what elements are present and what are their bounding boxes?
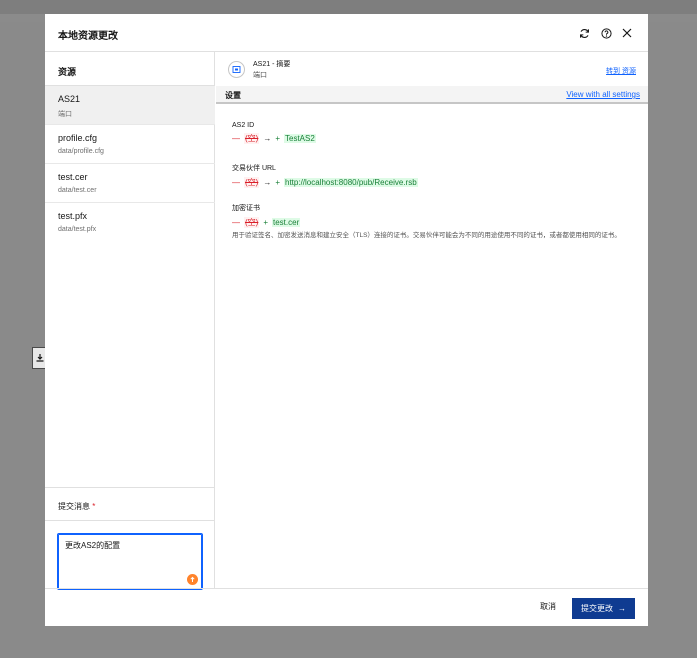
resource-item-path: data/test.pfx: [58, 226, 97, 233]
commit-message-field[interactable]: 更改AS2的配置: [57, 533, 203, 590]
resource-panel: 资源 AS21 端口 profile.cfg data/profile.cfg …: [45, 52, 215, 590]
dialog-title: 本地资源更改: [58, 31, 118, 42]
new-value: TestAS2: [284, 134, 316, 143]
warning-icon: [187, 574, 198, 585]
summary-title: AS21 - 摘要: [253, 61, 291, 68]
commit-message-label-text: 提交消息: [58, 502, 90, 511]
arrow-right-icon: →: [263, 134, 272, 143]
resource-item-path: 端口: [58, 111, 72, 118]
new-value: test.cer: [272, 218, 301, 227]
resource-item-name: AS21: [58, 94, 81, 104]
resource-panel-header: 资源: [45, 52, 215, 86]
dialog-footer: 取消 提交更改 →: [45, 588, 648, 626]
old-value: (空): [245, 178, 259, 187]
removed-marker: —: [232, 218, 240, 227]
field-as2-id: AS2 ID — (空) → + TestAS2: [232, 122, 316, 144]
local-changes-dialog: 本地资源更改 资源 AS21 端口 profile.cfg data/profi…: [45, 14, 648, 626]
submit-changes-label: 提交更改: [581, 604, 613, 613]
resource-item-path: data/test.cer: [58, 187, 97, 194]
arrow-right-icon: →: [618, 604, 626, 613]
arrow-right-icon: →: [263, 178, 272, 187]
goto-resource-link[interactable]: 转到 资源: [606, 66, 636, 76]
help-icon[interactable]: [599, 26, 613, 40]
field-description: 用于验证签名、加密发送消息和建立安全（TLS）连接的证书。交易伙伴可能会为不同的…: [232, 232, 621, 239]
required-marker: *: [92, 502, 96, 511]
cancel-button[interactable]: 取消: [540, 601, 556, 612]
resource-item-test-pfx[interactable]: test.pfx data/test.pfx: [45, 203, 215, 242]
commit-message-label: 提交消息 *: [58, 501, 95, 512]
view-all-settings-link[interactable]: View with all settings: [566, 90, 640, 99]
field-label: 交易伙伴 URL: [232, 165, 276, 172]
old-value: (空): [245, 218, 259, 227]
close-icon[interactable]: [620, 26, 634, 40]
resource-item-name: test.pfx: [58, 211, 88, 221]
summary-panel: AS21 - 摘要 端口 转到 资源 设置 View with all sett…: [216, 52, 648, 588]
field-diff: — (空) → + TestAS2: [232, 133, 316, 144]
resource-item-profile-cfg[interactable]: profile.cfg data/profile.cfg: [45, 125, 215, 164]
commit-message-input[interactable]: 更改AS2的配置: [58, 534, 202, 589]
summary-header: AS21 - 摘要 端口 转到 资源: [216, 52, 648, 86]
summary-subtitle: 端口: [253, 72, 267, 79]
field-label: 加密证书: [232, 205, 260, 212]
old-value: (空): [245, 134, 259, 143]
resource-panel-title: 资源: [58, 67, 77, 77]
resource-item-name: profile.cfg: [58, 133, 98, 143]
new-value: http://localhost:8080/pub/Receive.rsb: [284, 178, 418, 187]
refresh-icon[interactable]: [577, 26, 591, 40]
port-icon: [228, 61, 245, 78]
removed-marker: —: [232, 134, 240, 143]
resource-item-name: test.cer: [58, 172, 88, 182]
added-marker: +: [275, 134, 280, 143]
settings-title: 设置: [225, 91, 241, 100]
backdrop-top-bar: [0, 0, 697, 14]
field-encryption-cert: 加密证书 — (空) + test.cer 用于验证签名、加密发送消息和建立安全…: [232, 203, 642, 241]
dialog-header: 本地资源更改: [45, 14, 648, 52]
field-diff: — (空) + test.cer: [232, 217, 642, 228]
download-icon: [32, 347, 46, 369]
added-marker: +: [263, 218, 268, 227]
field-partner-url: 交易伙伴 URL — (空) → + http://localhost:8080…: [232, 163, 418, 188]
field-diff: — (空) → + http://localhost:8080/pub/Rece…: [232, 177, 418, 188]
submit-changes-button[interactable]: 提交更改 →: [572, 598, 635, 619]
added-marker: +: [275, 178, 280, 187]
resource-item-path: data/profile.cfg: [58, 148, 104, 155]
resource-item-as21[interactable]: AS21 端口: [45, 86, 215, 125]
resource-item-test-cer[interactable]: test.cer data/test.cer: [45, 164, 215, 203]
removed-marker: —: [232, 178, 240, 187]
field-label: AS2 ID: [232, 122, 255, 129]
commit-message-header: 提交消息 *: [45, 487, 215, 521]
settings-section-header: 设置 View with all settings: [216, 86, 648, 104]
